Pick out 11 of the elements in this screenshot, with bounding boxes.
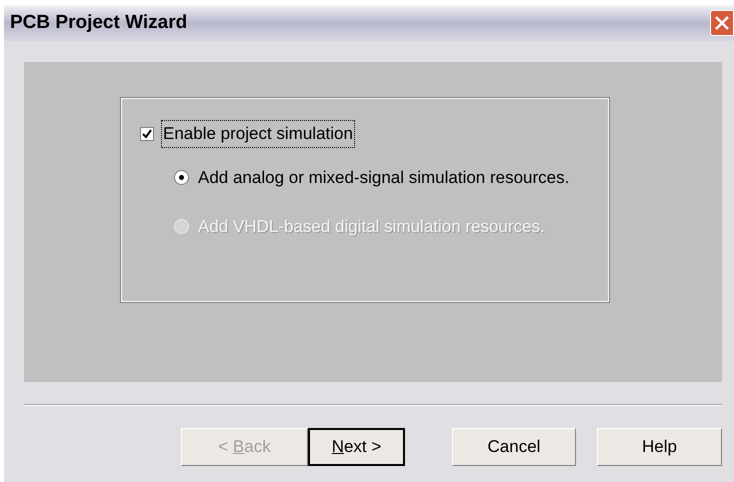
close-button[interactable]: [710, 10, 734, 36]
checkbox-label[interactable]: Enable project simulation: [162, 121, 354, 146]
close-icon: [714, 15, 730, 31]
checkbox[interactable]: [140, 126, 154, 141]
radio-button[interactable]: [174, 170, 189, 185]
window-title: PCB Project Wizard: [10, 10, 188, 35]
radio-label[interactable]: Add analog or mixed-signal simulation resources.: [198, 164, 570, 190]
dialog-button[interactable]: Next >: [308, 428, 405, 466]
check-icon: [142, 128, 152, 139]
dialog-button[interactable]: Cancel: [452, 428, 576, 466]
dialog-button[interactable]: Help: [597, 428, 722, 466]
